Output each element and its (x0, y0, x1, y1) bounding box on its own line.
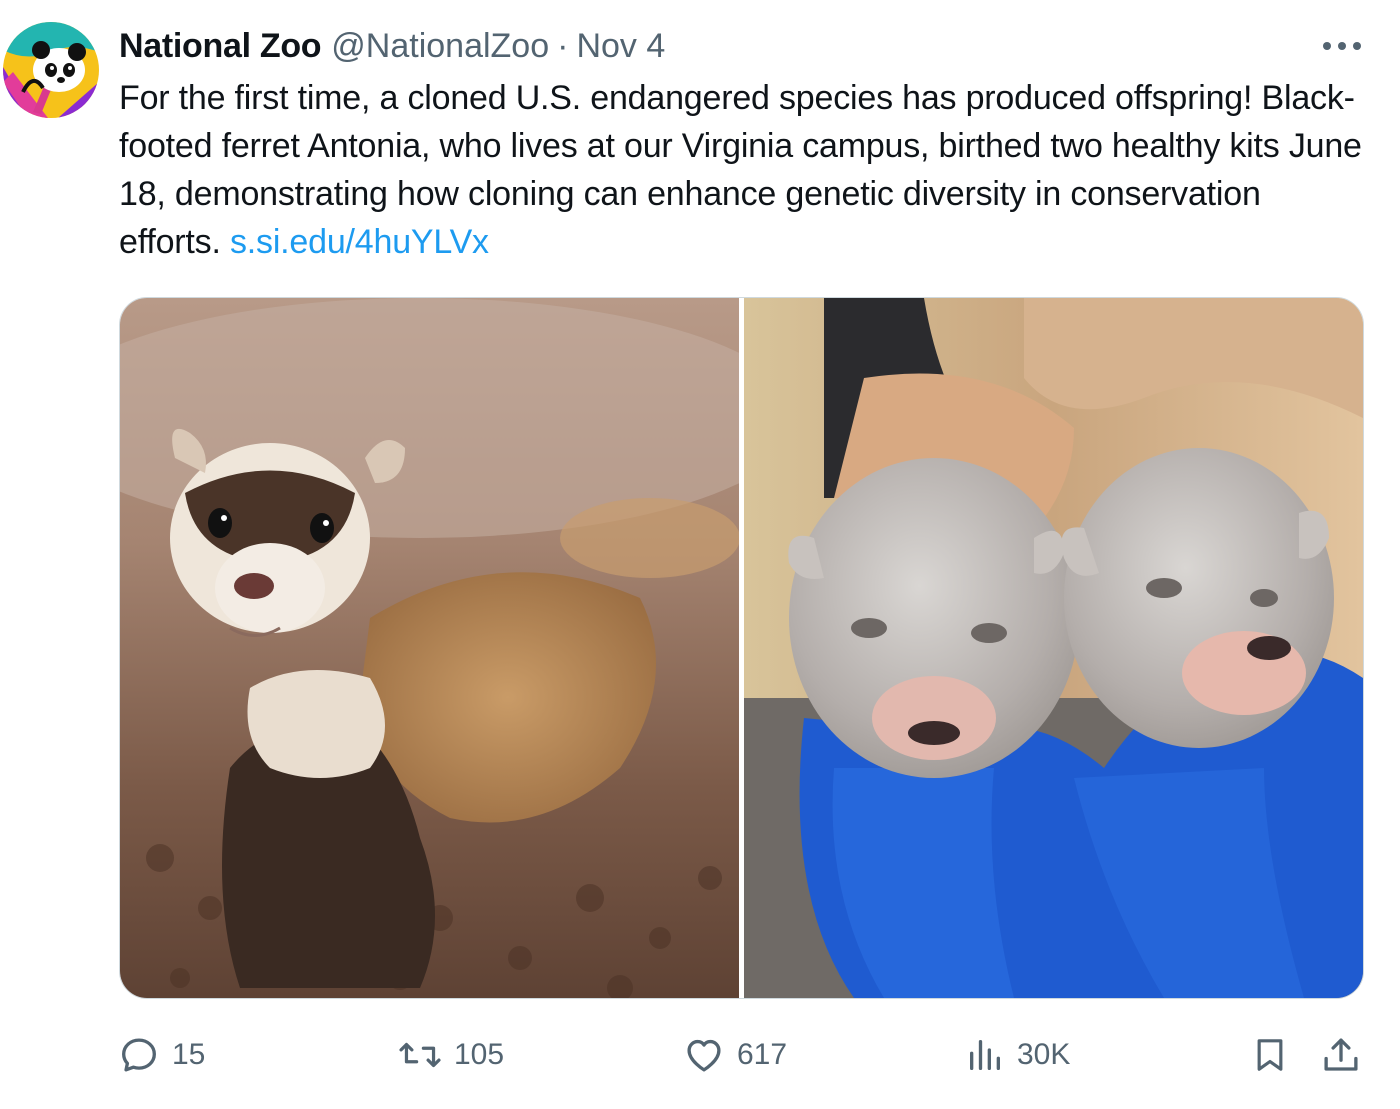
bookmark-icon (1257, 1039, 1283, 1071)
ferret-adult-photo[interactable] (120, 298, 739, 998)
reply-icon (122, 1038, 156, 1072)
share-button[interactable] (1320, 1030, 1362, 1080)
author-handle[interactable]: @NationalZoo (331, 24, 549, 68)
retweet-button[interactable]: 105 (398, 1030, 504, 1080)
tweet-action-bar: 15 105 617 30K (0, 1030, 1400, 1080)
retweet-icon (399, 1042, 441, 1068)
heart-icon (687, 1039, 721, 1072)
author-display-name[interactable]: National Zoo (119, 24, 322, 68)
ferret-kits-photo[interactable] (744, 298, 1363, 998)
share-icon (1324, 1038, 1358, 1071)
like-button[interactable]: 617 (683, 1030, 787, 1080)
reply-button[interactable]: 15 (118, 1030, 205, 1080)
retweet-count: 105 (454, 1038, 505, 1071)
tweet-header: National Zoo @NationalZoo · Nov 4 (119, 24, 665, 68)
header-separator: · (557, 27, 569, 65)
author-avatar[interactable] (3, 22, 99, 118)
tweet-date[interactable]: Nov 4 (576, 24, 665, 68)
like-count: 617 (737, 1038, 788, 1071)
views-count: 30K (1017, 1038, 1071, 1071)
views-button[interactable]: 30K (965, 1030, 1070, 1080)
more-icon (1323, 42, 1361, 50)
tweet-link[interactable]: s.si.edu/4huYLVx (230, 223, 489, 261)
more-options-button[interactable] (1320, 30, 1364, 62)
bookmark-button[interactable] (1250, 1030, 1290, 1080)
tweet-text: For the first time, a cloned U.S. endang… (119, 74, 1369, 266)
analytics-icon (970, 1040, 1000, 1070)
tweet-media-grid (119, 297, 1364, 999)
reply-count: 15 (172, 1038, 206, 1071)
